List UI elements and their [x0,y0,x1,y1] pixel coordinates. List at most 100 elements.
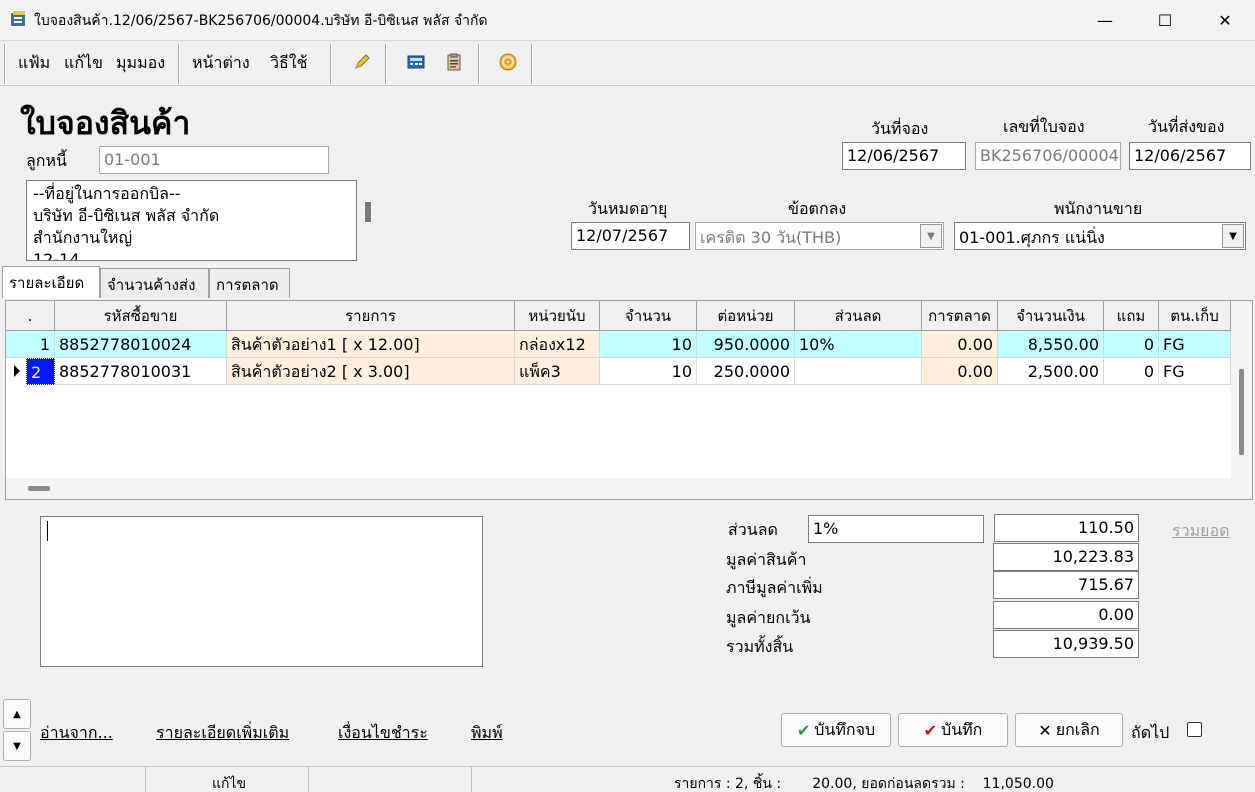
cell-discount[interactable]: 10% [795,331,922,358]
booking-no-field[interactable]: BK256706/00004 [975,142,1121,170]
pencil-icon[interactable] [352,52,372,72]
cell-marketing[interactable]: 0.00 [922,331,998,358]
column-header[interactable]: รายการ [227,301,515,331]
close-icon: ✕ [1038,720,1052,740]
grand-total-field: 10,939.50 [993,630,1139,658]
status-separator [471,767,472,792]
cell-free[interactable]: 0 [1104,358,1159,385]
column-header[interactable]: จำนวน [600,301,697,331]
minimize-button[interactable]: — [1075,0,1135,40]
cell-qty[interactable]: 10 [600,358,697,385]
more-details-link[interactable]: รายละเอียดเพิ่มเติม [156,721,289,746]
discount-rate-field[interactable]: 1% [808,515,984,543]
calculator-icon[interactable] [406,52,426,72]
toolbar-separator [178,44,180,84]
tab-outstanding[interactable]: จำนวนค้างส่ง [100,268,209,298]
cell-item[interactable]: สินค้าตัวอย่าง1 [ x 12.00] [227,331,515,358]
vertical-scrollbar[interactable] [1231,301,1252,499]
booking-no-label: เลขที่ใบจอง [1003,117,1085,136]
booking-date-field[interactable]: 12/06/2567 [842,142,966,170]
status-separator [145,767,146,792]
grand-total-label: รวมทั้งสิ้น [726,637,794,656]
recalc-total-link[interactable]: รวมยอด [1172,519,1230,544]
scroll-down-button[interactable]: ▼ [3,731,31,761]
cell-price[interactable]: 950.0000 [697,331,795,358]
row-pointer-icon [14,365,20,377]
tab-details[interactable]: รายละเอียด [2,266,100,298]
exempt-label: มูลค่ายกเว้น [726,608,811,627]
cell-location[interactable]: FG [1159,358,1231,385]
cell-unit[interactable]: กล่องx12 [515,331,600,358]
terms-label: ข้อตกลง [788,199,847,218]
column-header[interactable]: การตลาด [922,301,998,331]
print-link[interactable]: พิมพ์ [471,721,503,746]
vat-field: 715.67 [993,571,1139,599]
table-row[interactable]: 2 8852778010031 สินค้าตัวอย่าง2 [ x 3.00… [6,358,1231,385]
horizontal-scrollbar[interactable] [6,478,1231,499]
column-header[interactable]: ตน.เก็บ [1159,301,1231,331]
cell-item[interactable]: สินค้าตัวอย่าง2 [ x 3.00] [227,358,515,385]
expire-date-field[interactable]: 12/07/2567 [571,222,690,250]
cell-amount[interactable]: 2,500.00 [998,358,1104,385]
discount-amount-field[interactable]: 110.50 [994,514,1139,542]
menu-view[interactable]: มุมมอง [116,51,165,76]
table-row[interactable]: 1 8852778010024 สินค้าตัวอย่าง1 [ x 12.0… [6,331,1231,358]
items-grid[interactable]: . รหัสซื้อขาย รายการ หน่วยนับ จำนวน ต่อห… [5,300,1253,500]
save-button[interactable]: ✔ บันทึก [898,713,1008,747]
cell-amount[interactable]: 8,550.00 [998,331,1104,358]
column-header[interactable]: จำนวนเงิน [998,301,1104,331]
app-icon [11,11,25,26]
scroll-up-button[interactable]: ▲ [3,699,31,729]
cell-price[interactable]: 250.0000 [697,358,795,385]
save-label: บันทึก [941,719,983,739]
cd-icon[interactable] [498,52,518,72]
vertical-scroll-thumb[interactable] [1239,369,1244,455]
cell-free[interactable]: 0 [1104,331,1159,358]
toolbar-separator [385,44,387,84]
address-line: สำนักงานใหญ่ [33,228,133,247]
chevron-down-icon[interactable]: ▼ [1222,224,1244,248]
toolbar-separator [478,44,480,84]
maximize-button[interactable]: ☐ [1135,0,1195,40]
menu-file[interactable]: แฟ้ม [18,51,50,76]
address-scrollbar[interactable] [365,202,371,222]
address-line: --ที่อยู่ในการออกบิล-- [33,184,181,203]
menu-window[interactable]: หน้าต่าง [192,51,250,76]
cell-qty[interactable]: 10 [600,331,697,358]
chevron-down-icon[interactable]: ▼ [920,224,942,248]
column-header[interactable]: รหัสซื้อขาย [55,301,227,331]
cell-unit[interactable]: แพ็ค3 [515,358,600,385]
cell-location[interactable]: FG [1159,331,1231,358]
notes-textarea[interactable] [40,516,483,667]
close-button[interactable]: ✕ [1195,0,1255,40]
payment-terms-link[interactable]: เงื่อนไขชำระ [338,721,428,746]
checkmark-icon: ✔ [923,720,938,740]
billing-address-box[interactable]: --ที่อยู่ในการออกบิล-- บริษัท อี-บิซิเนส… [26,180,357,261]
column-header[interactable]: แถม [1104,301,1159,331]
column-header[interactable]: หน่วยนับ [515,301,600,331]
vat-label: ภาษีมูลค่าเพิ่ม [726,578,823,597]
cancel-button[interactable]: ✕ ยกเลิก [1015,713,1123,747]
cell-code[interactable]: 8852778010031 [55,358,227,385]
column-header[interactable]: ต่อหน่วย [697,301,795,331]
row-number: 1 [6,331,55,358]
cell-marketing[interactable]: 0.00 [922,358,998,385]
next-checkbox[interactable] [1187,722,1202,737]
clipboard-icon[interactable] [444,52,464,72]
debtor-field[interactable]: 01-001 [99,146,329,174]
terms-select[interactable]: เครดิต 30 วัน(THB) ▼ [695,222,944,250]
read-from-link[interactable]: อ่านจาก... [40,721,113,746]
salesman-select[interactable]: 01-001.ศุภกร แน่นิ่ง ▼ [954,222,1246,250]
menu-help[interactable]: วิธีใช้ [270,51,307,76]
toolbar-separator [531,44,533,84]
horizontal-scroll-thumb[interactable] [28,486,50,491]
column-header[interactable]: . [6,301,55,331]
cell-code[interactable]: 8852778010024 [55,331,227,358]
delivery-date-field[interactable]: 12/06/2567 [1129,142,1251,170]
save-close-button[interactable]: ✔ บันทึกจบ [781,713,891,747]
address-line: บริษัท อี-บิซิเนส พลัส จำกัด [33,206,220,225]
tab-marketing[interactable]: การตลาด [209,268,290,298]
menu-edit[interactable]: แก้ไข [64,51,103,76]
cell-discount[interactable] [795,358,922,385]
column-header[interactable]: ส่วนลด [795,301,922,331]
